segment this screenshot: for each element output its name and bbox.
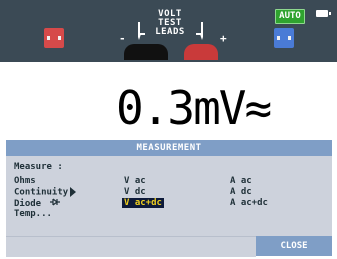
menu-footer xyxy=(6,236,256,257)
plus-sign: + xyxy=(220,32,227,45)
triangle-right-icon xyxy=(70,187,77,197)
close-button[interactable]: CLOSE xyxy=(256,236,332,256)
menu-item-a-ac[interactable]: A ac xyxy=(230,176,252,187)
reading-area: 0.3mV≈ xyxy=(0,62,337,140)
menu-item-continuity[interactable]: Continuity xyxy=(14,187,77,199)
volt-label-line3: LEADS xyxy=(155,27,185,37)
menu-item-v-ac[interactable]: V ac xyxy=(124,176,146,187)
probe-blue-icon xyxy=(274,28,294,48)
menu-item-a-dc[interactable]: A dc xyxy=(230,187,252,198)
status-bar: VOLT TEST LEADS AUTO - + xyxy=(0,0,337,62)
arrow-down-right-icon xyxy=(196,22,203,40)
arrow-down-left-icon xyxy=(138,22,145,40)
black-lead-icon xyxy=(124,44,168,60)
measurement-reading: 0.3mV≈ xyxy=(116,81,272,135)
menu-item-a-ac-dc[interactable]: A ac+dc xyxy=(230,198,268,209)
measurement-menu: MEASUREMENT Measure : Ohms V ac A ac Con… xyxy=(6,140,332,257)
menu-item-ohms[interactable]: Ohms xyxy=(14,176,36,187)
auto-range-badge: AUTO xyxy=(275,9,305,24)
menu-item-v-dc[interactable]: V dc xyxy=(124,187,146,198)
red-lead-icon xyxy=(184,44,218,60)
battery-icon xyxy=(316,10,331,17)
menu-heading: Measure : xyxy=(14,162,63,172)
selected-item-highlight: V ac+dc xyxy=(122,198,164,208)
menu-item-temp[interactable]: Temp... xyxy=(14,209,52,220)
probe-red-icon xyxy=(44,28,64,48)
menu-title: MEASUREMENT xyxy=(6,140,332,156)
diode-icon xyxy=(49,198,60,206)
multimeter-screen: VOLT TEST LEADS AUTO - + 0.3mV≈ MEASUREM… xyxy=(0,0,337,259)
minus-sign: - xyxy=(119,32,126,45)
menu-item-v-ac-dc[interactable]: V ac+dc xyxy=(122,198,164,209)
volt-test-leads-label: VOLT TEST LEADS xyxy=(150,10,190,37)
